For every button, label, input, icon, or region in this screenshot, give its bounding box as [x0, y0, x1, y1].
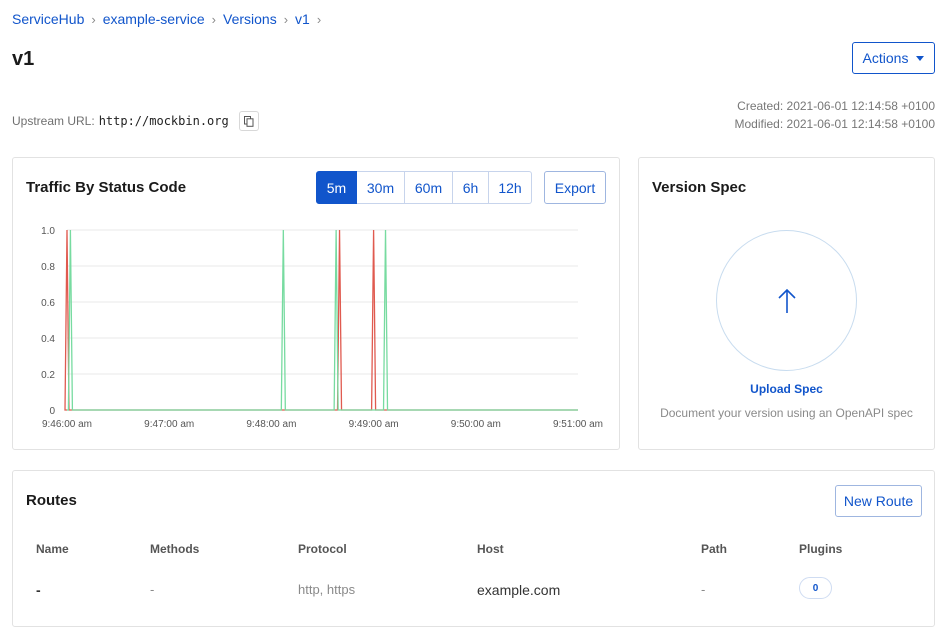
x-tick-label: 9:47:00 am	[144, 419, 194, 430]
column-header-plugins: Plugins	[799, 542, 843, 556]
series-line-0	[64, 229, 578, 411]
y-tick-label: 0.2	[41, 370, 55, 381]
routes-title: Routes	[26, 492, 77, 509]
range-12h-button[interactable]: 12h	[489, 171, 532, 204]
version-spec-title: Version Spec	[652, 179, 747, 196]
new-route-button[interactable]: New Route	[835, 485, 922, 517]
routes-card: Routes New Route Name Methods Protocol H…	[12, 470, 935, 627]
version-meta: Created: 2021-06-01 12:14:58 +0100 Modif…	[735, 97, 936, 133]
traffic-card: Traffic By Status Code 5m 30m 60m 6h 12h…	[12, 157, 620, 450]
column-header-host: Host	[477, 542, 504, 556]
route-name: -	[36, 582, 41, 598]
column-header-protocol: Protocol	[298, 542, 347, 556]
version-spec-card: Version Spec Upload Spec Document your v…	[638, 157, 935, 450]
actions-button[interactable]: Actions	[852, 42, 935, 74]
x-tick-label: 9:51:00 am	[553, 419, 603, 430]
upstream-label: Upstream URL:	[12, 114, 95, 128]
breadcrumb-version[interactable]: v1	[295, 11, 310, 27]
route-plugins-badge[interactable]: 0	[799, 577, 832, 599]
y-tick-label: 0.6	[41, 298, 55, 309]
breadcrumb-separator: ›	[316, 11, 322, 27]
breadcrumb-versions[interactable]: Versions	[223, 11, 277, 27]
breadcrumb-separator: ›	[211, 11, 216, 27]
range-5m-button[interactable]: 5m	[316, 171, 357, 204]
y-tick-label: 0.8	[41, 262, 55, 273]
upstream-url: http://mockbin.org	[98, 114, 229, 128]
upload-spec-description: Document your version using an OpenAPI s…	[660, 406, 913, 420]
range-30m-button[interactable]: 30m	[357, 171, 405, 204]
column-header-methods: Methods	[150, 542, 200, 556]
page-title: v1	[12, 48, 35, 70]
y-tick-label: 1.0	[41, 226, 55, 237]
x-tick-label: 9:48:00 am	[246, 419, 296, 430]
range-60m-button[interactable]: 60m	[405, 171, 453, 204]
breadcrumb-separator: ›	[91, 11, 96, 27]
y-tick-label: 0	[49, 406, 55, 417]
route-host: example.com	[477, 582, 561, 598]
created-timestamp: Created: 2021-06-01 12:14:58 +0100	[737, 99, 935, 113]
traffic-chart: 0 0.2 0.4 0.6 0.8 1.0 9:46:00 am 9:47:00 am 9:48…	[41, 226, 603, 430]
copy-button[interactable]	[238, 111, 259, 131]
caret-down-icon	[916, 55, 925, 61]
route-protocol: http, https	[298, 582, 356, 597]
range-6h-button[interactable]: 6h	[453, 171, 489, 204]
column-header-path: Path	[701, 542, 728, 556]
upload-dropzone[interactable]	[716, 230, 857, 371]
export-button[interactable]: Export	[544, 171, 606, 204]
route-path: -	[701, 582, 706, 597]
breadcrumb: ServiceHub › example-service › Versions …	[12, 11, 328, 27]
column-header-name: Name	[36, 542, 69, 556]
x-tick-label: 9:49:00 am	[349, 419, 399, 430]
arrow-up-icon	[777, 288, 796, 313]
breadcrumb-separator: ›	[283, 11, 289, 27]
x-tick-label: 9:46:00 am	[42, 419, 92, 430]
traffic-title: Traffic By Status Code	[26, 179, 187, 196]
upstream-url-row: Upstream URL: http://mockbin.org	[12, 111, 259, 131]
series-line-1	[67, 229, 578, 411]
copy-icon	[243, 115, 254, 127]
x-tick-label: 9:50:00 am	[451, 419, 501, 430]
route-methods: -	[150, 582, 155, 597]
modified-timestamp: Modified: 2021-06-01 12:14:58 +0100	[734, 117, 936, 131]
y-tick-label: 0.4	[41, 334, 55, 345]
breadcrumb-service[interactable]: example-service	[103, 11, 205, 27]
upload-spec-link[interactable]: Upload Spec	[639, 382, 934, 396]
time-range-group: 5m 30m 60m 6h 12h	[316, 171, 532, 204]
breadcrumb-servicehub[interactable]: ServiceHub	[12, 11, 84, 27]
actions-label: Actions	[862, 50, 909, 66]
